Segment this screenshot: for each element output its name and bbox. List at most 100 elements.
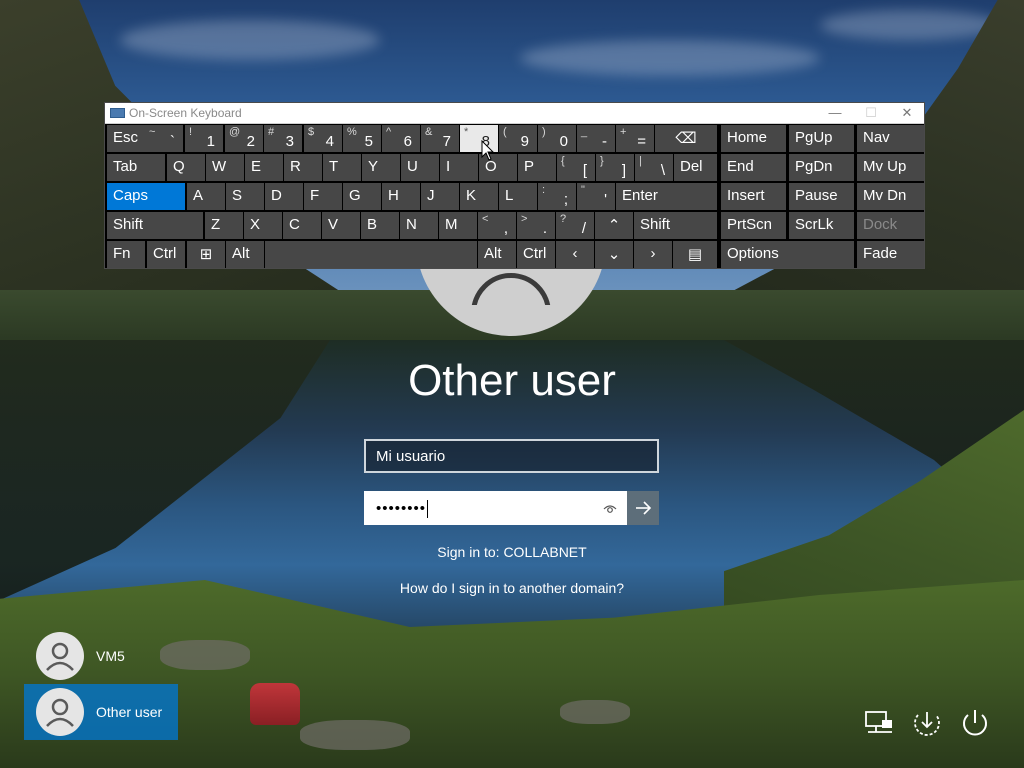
key-fade[interactable]: Fade (857, 241, 924, 268)
user-tile-other-user[interactable]: Other user (24, 684, 178, 740)
key-label: I (446, 158, 451, 175)
key-dock[interactable]: Dock (857, 212, 924, 239)
user-tile-vm5[interactable]: VM5 (24, 628, 178, 684)
key-d[interactable]: D (265, 183, 303, 210)
key-5[interactable]: % 5 (343, 125, 381, 152)
key-l[interactable]: L (499, 183, 537, 210)
key-`[interactable]: ~ ` (145, 125, 183, 152)
key-alt[interactable]: Alt (478, 241, 516, 268)
key-a[interactable]: A (187, 183, 225, 210)
ease-of-access-icon[interactable] (910, 706, 944, 740)
key-ctrl[interactable]: Ctrl (147, 241, 185, 268)
key-x[interactable]: X (244, 212, 282, 239)
key-4[interactable]: $4 (304, 125, 342, 152)
key-fn[interactable]: Fn (107, 241, 145, 268)
key-\[interactable]: | \ (635, 154, 673, 181)
key-r[interactable]: R (284, 154, 322, 181)
key-shift[interactable]: Shift (634, 212, 717, 239)
key-space[interactable] (265, 241, 477, 268)
key-⌄[interactable]: ⌄ (595, 241, 633, 268)
key--[interactable]: _ - (577, 125, 615, 152)
key-shift-label: _ (581, 126, 588, 138)
key-2[interactable]: @2 (225, 125, 263, 152)
key-b[interactable]: B (361, 212, 399, 239)
key-tab[interactable]: Tab (107, 154, 165, 181)
osk-title-bar[interactable]: On-Screen Keyboard — ☐ ✕ (105, 103, 924, 124)
key-'[interactable]: " ' (577, 183, 615, 210)
key-▤[interactable]: ▤ (673, 241, 717, 268)
minimize-button[interactable]: — (817, 103, 853, 123)
key-;[interactable]: :; (538, 183, 576, 210)
key-6[interactable]: ^ 6 (382, 125, 420, 152)
key-caps[interactable]: Caps (107, 183, 185, 210)
maximize-button[interactable]: ☐ (853, 103, 889, 123)
key-,[interactable]: <, (478, 212, 516, 239)
submit-button[interactable] (627, 491, 659, 525)
key-7[interactable]: & 7 (421, 125, 459, 152)
key-v[interactable]: V (322, 212, 360, 239)
key-p[interactable]: P (518, 154, 556, 181)
key-9[interactable]: (9 (499, 125, 537, 152)
key-j[interactable]: J (421, 183, 459, 210)
network-icon[interactable] (862, 706, 896, 740)
key-pause[interactable]: Pause (789, 183, 854, 210)
key-[[interactable]: {[ (557, 154, 595, 181)
key-pgup[interactable]: PgUp (789, 125, 854, 152)
key-0[interactable]: ) 0 (538, 125, 576, 152)
key-s[interactable]: S (226, 183, 264, 210)
key-⌃[interactable]: ⌃ (595, 212, 633, 239)
key-shift[interactable]: Shift (107, 212, 203, 239)
key-options[interactable]: Options (721, 241, 854, 268)
key-z[interactable]: Z (205, 212, 243, 239)
key-q[interactable]: Q (167, 154, 205, 181)
key-e[interactable]: E (245, 154, 283, 181)
key-mv-up[interactable]: Mv Up (857, 154, 924, 181)
password-input[interactable]: •••••••• (364, 491, 627, 525)
key-.[interactable]: >. (517, 212, 555, 239)
key-n[interactable]: N (400, 212, 438, 239)
key-label: 1 (206, 133, 215, 150)
key-insert[interactable]: Insert (721, 183, 786, 210)
key-f[interactable]: F (304, 183, 342, 210)
on-screen-keyboard-window[interactable]: On-Screen Keyboard — ☐ ✕ Esc ~ `! 1 @2 #3 $4% 5… (104, 102, 925, 269)
key-nav[interactable]: Nav (857, 125, 924, 152)
key-del[interactable]: Del (674, 154, 717, 181)
key-home[interactable]: Home (721, 125, 786, 152)
key-m[interactable]: M (439, 212, 477, 239)
key-label: Caps (113, 187, 149, 204)
key-c[interactable]: C (283, 212, 321, 239)
key-3[interactable]: #3 (264, 125, 302, 152)
key-⊞[interactable]: ⊞ (187, 241, 225, 268)
other-domain-link[interactable]: How do I sign in to another domain? (0, 580, 1024, 596)
key-prtscn[interactable]: PrtScn (721, 212, 786, 239)
key-⌫[interactable]: ⌫ (655, 125, 717, 152)
key-shift-label: & (425, 126, 433, 138)
key-‹[interactable]: ‹ (556, 241, 594, 268)
key-/[interactable]: ? / (556, 212, 594, 239)
reveal-password-eye-icon[interactable] (603, 502, 617, 516)
close-button[interactable]: ✕ (889, 103, 925, 123)
key-h[interactable]: H (382, 183, 420, 210)
key-ctrl[interactable]: Ctrl (517, 241, 555, 268)
key-k[interactable]: K (460, 183, 498, 210)
key-g[interactable]: G (343, 183, 381, 210)
key-][interactable]: }] (596, 154, 634, 181)
key-end[interactable]: End (721, 154, 786, 181)
key-u[interactable]: U (401, 154, 439, 181)
backpack (250, 683, 300, 725)
key-pgdn[interactable]: PgDn (789, 154, 854, 181)
key-w[interactable]: W (206, 154, 244, 181)
key-alt[interactable]: Alt (226, 241, 264, 268)
key-i[interactable]: I (440, 154, 478, 181)
key-1[interactable]: ! 1 (185, 125, 223, 152)
key-›[interactable]: › (634, 241, 672, 268)
key-enter[interactable]: Enter (616, 183, 717, 210)
key-=[interactable]: + = (616, 125, 654, 152)
key-mv-dn[interactable]: Mv Dn (857, 183, 924, 210)
username-input[interactable]: Mi usuario (364, 439, 659, 473)
key-scrlk[interactable]: ScrLk (789, 212, 854, 239)
key-label: N (406, 216, 417, 233)
key-y[interactable]: Y (362, 154, 400, 181)
key-t[interactable]: T (323, 154, 361, 181)
power-icon[interactable] (958, 706, 992, 740)
